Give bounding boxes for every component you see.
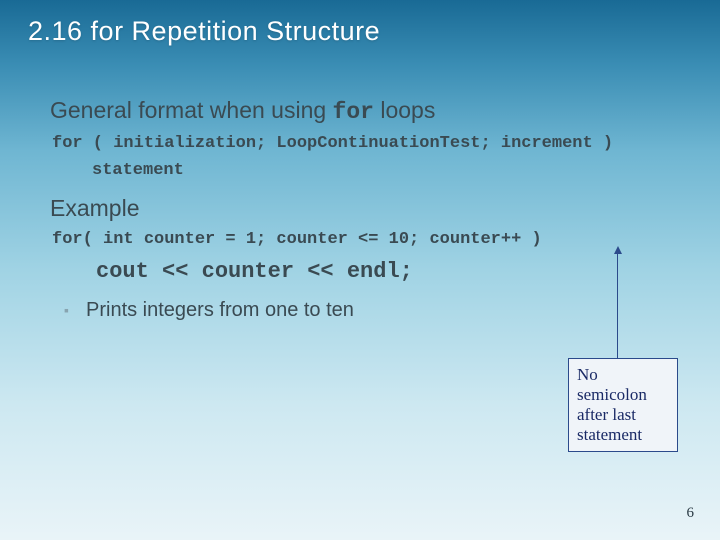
bullet-general-format: General format when using for loops [28,96,692,126]
sub-bullet-marker: ▪ [64,298,78,322]
code-for-template: for ( initialization; LoopContinuationTe… [52,134,692,153]
code-for-example: for( int counter = 1; counter <= 10; cou… [52,230,692,249]
bullet-text: General format when using for loops [50,96,435,126]
slide: 2.16 for Repetition Structure General fo… [0,0,720,540]
code-statement: statement [92,161,692,180]
code-cout: cout << counter << endl; [96,259,692,284]
slide-title: 2.16 for Repetition Structure [28,16,380,47]
code-keyword: for [333,99,374,125]
text-segment: General format when using [50,97,333,123]
sub-bullet-prints: ▪ Prints integers from one to ten [64,298,692,322]
callout-box: No semicolon after last statement [568,358,678,452]
text-segment: loops [374,97,435,123]
bullet-text: Example [50,194,139,222]
callout-text: No semicolon after last statement [577,365,647,444]
callout-arrow-line [617,254,618,358]
slide-content: General format when using for loops for … [28,90,692,322]
callout-arrow-head [614,246,622,254]
sub-bullet-text: Prints integers from one to ten [86,298,354,322]
bullet-example: Example [28,194,692,222]
page-number: 6 [687,505,695,522]
